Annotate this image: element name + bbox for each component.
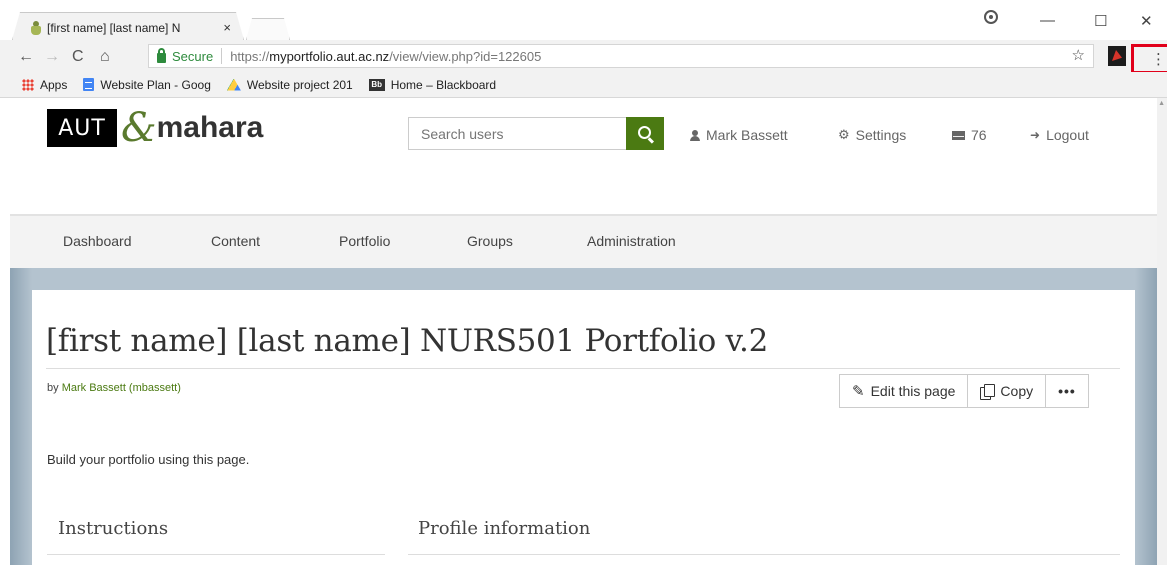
aut-logo: AUT <box>47 109 117 147</box>
scroll-up-icon[interactable]: ▲ <box>1158 100 1165 107</box>
search-icon <box>637 126 651 139</box>
bookmark-label: Website Plan - Goog <box>100 77 211 92</box>
logout-link[interactable]: ➜ Logout <box>1030 127 1089 143</box>
page-actions: ✎ Edit this page Copy ••• <box>839 374 1089 408</box>
user-search <box>408 117 664 150</box>
logout-label: Logout <box>1046 127 1089 143</box>
page-title: [first name] [last name] NURS501 Portfol… <box>46 323 768 359</box>
pencil-icon: ✎ <box>852 383 865 400</box>
tab-title: [first name] [last name] N <box>47 20 181 35</box>
page-description: Build your portfolio using this page. <box>47 452 250 467</box>
bookmark-website-plan[interactable]: Website Plan - Goog <box>83 78 211 92</box>
apps-icon <box>22 78 34 91</box>
tab-close-icon[interactable]: × <box>223 20 231 35</box>
search-input[interactable] <box>408 117 626 150</box>
settings-link[interactable]: ⚙ Settings <box>838 127 906 143</box>
block-rule-instructions <box>47 554 385 555</box>
copy-label: Copy <box>1000 383 1034 399</box>
blackboard-icon: Bb <box>368 78 385 91</box>
page-background-right <box>1135 298 1157 565</box>
browser-tab[interactable]: [first name] [last name] N × <box>12 12 244 40</box>
bookmark-star-icon[interactable]: ☆ <box>1072 46 1085 64</box>
url-path: /view/view.php?id=122605 <box>389 48 542 64</box>
mahara-favicon-icon <box>31 21 41 35</box>
user-icon <box>690 129 700 141</box>
main-nav: Dashboard Content Portfolio Groups Admin… <box>10 216 1157 268</box>
edit-page-button[interactable]: ✎ Edit this page <box>839 374 969 408</box>
mahara-wordmark: mahara <box>156 111 264 144</box>
nav-administration[interactable]: Administration <box>587 233 676 249</box>
bookmark-label: Home – Blackboard <box>390 77 497 92</box>
docs-icon <box>83 78 95 91</box>
bookmark-apps[interactable]: Apps <box>22 78 67 92</box>
cogs-icon: ⚙ <box>838 127 850 142</box>
user-profile-link[interactable]: Mark Bassett <box>690 127 788 143</box>
url-host: myportfolio.aut.ac.nz <box>269 48 390 64</box>
lock-icon <box>157 47 166 63</box>
settings-label: Settings <box>855 127 907 143</box>
secure-label: Secure <box>172 48 214 64</box>
block-rule-profile <box>408 554 1120 555</box>
page-scrollbar[interactable] <box>1157 98 1167 565</box>
block-title-instructions: Instructions <box>58 518 169 539</box>
url-scheme: https:// <box>230 48 270 64</box>
envelope-icon <box>952 130 965 140</box>
address-bar[interactable]: Secure https://myportfolio.aut.ac.nz/vie… <box>148 44 1094 68</box>
pdf-extension-icon[interactable] <box>1108 46 1126 66</box>
home-icon[interactable]: ⌂ <box>100 48 110 66</box>
new-tab-button[interactable] <box>246 18 290 40</box>
drive-icon <box>226 78 241 91</box>
bookmark-website-project[interactable]: Website project 201 <box>226 77 353 92</box>
profile-icon[interactable] <box>984 10 998 24</box>
more-options-button[interactable]: ••• <box>1045 374 1089 408</box>
back-icon[interactable]: ← <box>18 48 34 66</box>
mahara-ampersand: & <box>121 105 157 151</box>
forward-icon[interactable]: → <box>44 48 60 66</box>
page-background-left <box>10 298 32 565</box>
block-title-profile: Profile information <box>418 518 591 539</box>
edit-page-label: Edit this page <box>870 383 956 399</box>
nav-groups[interactable]: Groups <box>467 233 513 249</box>
page-viewport: AUT & mahara Mark Bassett ⚙ Settings 76 … <box>10 98 1157 565</box>
bookmarks-bar: Apps Website Plan - Goog Website project… <box>0 72 1167 98</box>
browser-toolbar: ← → C ⌂ Secure https://myportfolio.aut.a… <box>0 40 1167 72</box>
omnibox-separator <box>221 48 223 64</box>
nav-dashboard[interactable]: Dashboard <box>63 233 132 249</box>
copy-button[interactable]: Copy <box>967 374 1047 408</box>
inbox-link[interactable]: 76 <box>952 127 987 143</box>
reload-icon[interactable]: C <box>72 48 84 66</box>
site-logo[interactable]: AUT & mahara <box>47 105 264 151</box>
browser-tabstrip: [first name] [last name] N × — ☐ ✕ <box>0 0 1167 40</box>
bookmark-blackboard[interactable]: Bb Home – Blackboard <box>368 77 497 92</box>
window-close-button[interactable]: ✕ <box>1140 12 1153 30</box>
author-link[interactable]: Mark Bassett (mbassett) <box>62 382 181 394</box>
bookmark-label: Website project 201 <box>246 77 353 92</box>
ellipsis-icon: ••• <box>1058 383 1076 399</box>
site-header: AUT & mahara Mark Bassett ⚙ Settings 76 … <box>10 98 1157 214</box>
inbox-count: 76 <box>971 127 987 143</box>
byline-prefix: by <box>47 382 62 394</box>
maximize-button[interactable]: ☐ <box>1094 12 1107 30</box>
byline: by Mark Bassett (mbassett) <box>47 382 181 394</box>
title-rule <box>46 368 1120 369</box>
user-name: Mark Bassett <box>706 127 788 143</box>
nav-content[interactable]: Content <box>211 233 260 249</box>
bookmark-label: Apps <box>40 77 68 92</box>
minimize-button[interactable]: — <box>1040 12 1055 29</box>
copy-icon <box>980 384 996 400</box>
search-button[interactable] <box>626 117 664 150</box>
logout-icon: ➜ <box>1030 128 1041 142</box>
chrome-menu-icon[interactable]: ⋮ <box>1151 50 1166 68</box>
page-content: [first name] [last name] NURS501 Portfol… <box>32 290 1135 565</box>
nav-portfolio[interactable]: Portfolio <box>339 233 390 249</box>
